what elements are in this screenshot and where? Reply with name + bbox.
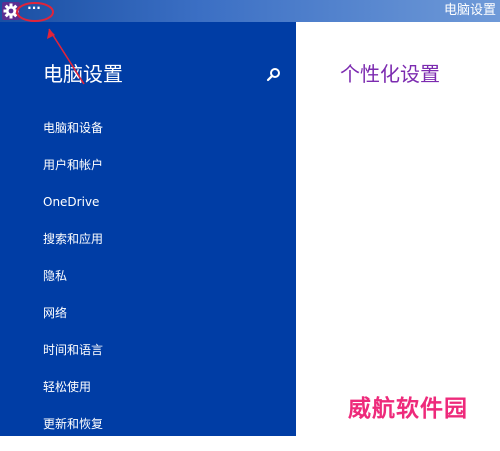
sidebar: 电脑设置 电脑和设备 用户和帐户 OneDrive 搜索和应用 隐私 网络 时间… xyxy=(0,22,296,436)
sidebar-item-pc-and-devices[interactable]: 电脑和设备 xyxy=(43,118,283,155)
sidebar-item-update-and-recovery[interactable]: 更新和恢复 xyxy=(43,414,283,451)
sidebar-item-users-and-accounts[interactable]: 用户和帐户 xyxy=(43,155,283,192)
watermark: 威航软件园 xyxy=(348,395,468,422)
sidebar-nav: 电脑和设备 用户和帐户 OneDrive 搜索和应用 隐私 网络 时间和语言 轻… xyxy=(43,118,283,451)
sidebar-item-ease-of-access[interactable]: 轻松使用 xyxy=(43,377,283,414)
title-bar: ··· 电脑设置 xyxy=(0,0,500,22)
sidebar-item-time-and-language[interactable]: 时间和语言 xyxy=(43,340,283,377)
sidebar-item-search-and-apps[interactable]: 搜索和应用 xyxy=(43,229,283,266)
more-options-button[interactable]: ··· xyxy=(24,2,44,18)
window-title: 电脑设置 xyxy=(443,3,496,18)
content-title: 个性化设置 xyxy=(340,62,440,86)
gear-icon[interactable] xyxy=(2,2,20,20)
sidebar-item-privacy[interactable]: 隐私 xyxy=(43,266,283,303)
sidebar-item-network[interactable]: 网络 xyxy=(43,303,283,340)
search-icon[interactable] xyxy=(265,66,283,84)
sidebar-title: 电脑设置 xyxy=(43,62,123,86)
sidebar-item-onedrive[interactable]: OneDrive xyxy=(43,192,283,229)
